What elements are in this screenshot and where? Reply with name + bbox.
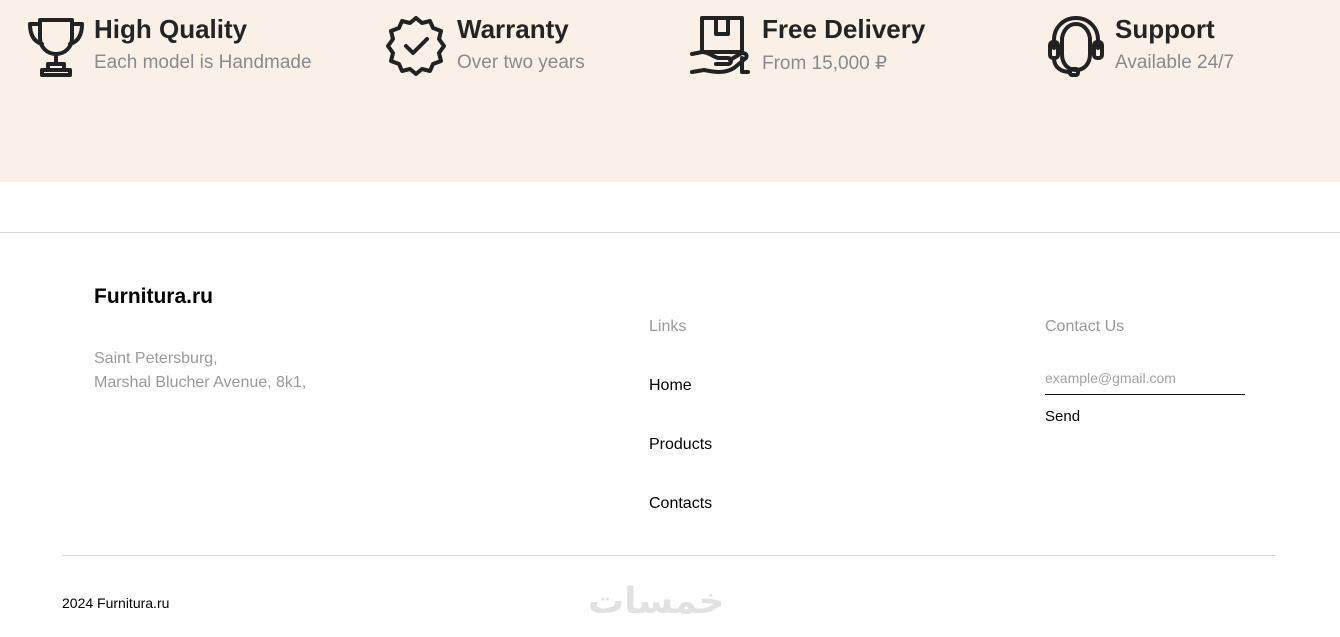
footer-link-products[interactable]: Products: [649, 436, 712, 454]
feature-title: Warranty: [457, 14, 569, 44]
feature-subtitle: Each model is Handmade: [94, 52, 312, 73]
contact-heading: Contact Us: [1045, 318, 1125, 335]
feature-title: High Quality: [94, 14, 248, 44]
footer-link-home[interactable]: Home: [649, 377, 692, 395]
footer-top-divider: [0, 232, 1340, 233]
email-field[interactable]: [1045, 362, 1245, 395]
headset-support-icon: [1046, 14, 1106, 78]
footer-brand: Furnitura.ru: [94, 285, 213, 308]
feature-title: Free Delivery: [762, 14, 926, 44]
feature-title: Support: [1115, 14, 1215, 44]
footer-link-contacts[interactable]: Contacts: [649, 495, 712, 513]
feature-subtitle: Over two years: [457, 52, 585, 73]
feature-subtitle: From 15,000 ₽: [762, 53, 888, 74]
links-heading: Links: [649, 318, 687, 335]
features-banner: High Quality Each model is Handmade Warr…: [0, 0, 1340, 182]
watermark-logo: خمسات: [588, 581, 725, 622]
trophy-icon: [26, 14, 86, 78]
delivery-box-icon: [690, 14, 750, 78]
send-button[interactable]: Send: [1045, 408, 1080, 425]
copyright-text: 2024 Furnitura.ru: [62, 595, 170, 611]
footer-address-line1: Saint Petersburg,: [94, 350, 218, 367]
footer-bottom-divider: [62, 555, 1276, 556]
footer-address-line2: Marshal Blucher Avenue, 8k1,: [94, 374, 307, 391]
badge-check-icon: [386, 14, 446, 78]
feature-subtitle: Available 24/7: [1115, 52, 1235, 73]
